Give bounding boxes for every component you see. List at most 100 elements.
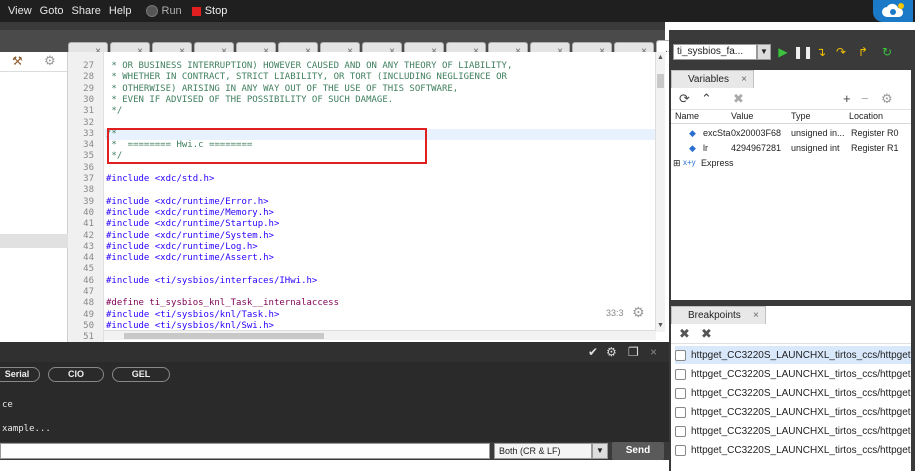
step-return-icon[interactable]: ↱ (855, 45, 871, 59)
run-button[interactable]: Run (145, 5, 182, 17)
serial-button[interactable]: Serial (0, 367, 40, 382)
line-ending-select[interactable]: Both (CR & LF) (494, 443, 592, 459)
code-editor[interactable]: 27 * OR BUSINESS INTERRUPTION) HOWEVER C… (68, 52, 665, 342)
editor-horizontal-scrollbar[interactable] (104, 330, 656, 340)
line-number: 33 (83, 128, 94, 139)
gel-button[interactable]: GEL (112, 367, 170, 382)
expressions-row[interactable]: ⊞ x+y Express (671, 156, 911, 171)
chevron-down-icon[interactable]: ▼ (757, 44, 771, 60)
add-icon[interactable]: + (843, 91, 851, 106)
horizontal-scroll-thumb[interactable] (124, 333, 324, 339)
breakpoint-checkbox[interactable] (675, 387, 686, 399)
tab-breakpoints[interactable]: Breakpoints × (671, 306, 766, 324)
cio-button[interactable]: CIO (48, 367, 104, 382)
code-line[interactable]: * OTHERWISE) ARISING IN ANY WAY OUT OF T… (106, 84, 458, 95)
expand-icon[interactable]: ⊞ (673, 158, 681, 169)
remove-icon[interactable]: ✖ (733, 91, 744, 107)
list-item[interactable]: httpget_CC3220S_LAUNCHXL_tirtos_ccs/http… (675, 365, 911, 383)
breakpoint-checkbox[interactable] (675, 349, 686, 361)
restart-icon[interactable]: ↻ (879, 45, 895, 59)
console-line: xample... (2, 424, 51, 434)
tab-variables[interactable]: Variables × (671, 70, 754, 88)
breakpoint-label: httpget_CC3220S_LAUNCHXL_tirtos_ccs/http… (691, 368, 911, 380)
remove-all-icon[interactable]: ✖ (701, 326, 712, 342)
code-line[interactable]: #include <ti/sysbios/interfaces/IHwi.h> (106, 276, 317, 287)
remove-breakpoint-icon[interactable]: ✖ (679, 326, 690, 342)
variable-value: 4294967281 (731, 143, 782, 153)
variable-type: unsigned in... (791, 128, 845, 138)
breakpoint-checkbox[interactable] (675, 444, 686, 456)
step-over-icon[interactable]: ↷ (833, 45, 849, 59)
code-line[interactable]: */ (106, 106, 122, 117)
code-line[interactable]: #include <xdc/runtime/Memory.h> (106, 208, 274, 219)
vertical-scroll-thumb[interactable] (657, 74, 664, 88)
variable-icon: ◆ (689, 143, 696, 153)
stop-button[interactable]: Stop (191, 5, 227, 17)
gear-icon[interactable]: ⚙ (881, 91, 893, 107)
breakpoint-checkbox[interactable] (675, 425, 686, 437)
hammer-icon[interactable]: ⚒ (12, 54, 23, 68)
terminal-console[interactable]: Serial CIO GEL ce xample... (0, 362, 669, 442)
scroll-up-icon[interactable]: ▲ (657, 54, 664, 61)
chevron-down-icon[interactable]: ▼ (592, 443, 608, 459)
variable-name: lr (703, 143, 708, 153)
code-line[interactable]: * WHETHER IN CONTRACT, STRICT LIABILITY,… (106, 72, 507, 83)
code-line[interactable]: #include <xdc/runtime/System.h> (106, 231, 274, 242)
list-item[interactable]: httpget_CC3220S_LAUNCHXL_tirtos_ccs/http… (675, 384, 911, 402)
header-type: Type (791, 111, 811, 121)
breakpoint-checkbox[interactable] (675, 368, 686, 380)
clear-console-icon[interactable]: ✔ (588, 345, 598, 359)
gear-icon[interactable]: ⚙ (44, 53, 56, 69)
line-number: 34 (83, 140, 94, 151)
explorer-selected-item[interactable] (0, 234, 68, 248)
resume-icon[interactable]: ▶ (775, 45, 791, 59)
close-icon[interactable]: × (741, 74, 747, 85)
breakpoint-label: httpget_CC3220S_LAUNCHXL_tirtos_ccs/http… (691, 406, 911, 418)
variable-type: unsigned int (791, 143, 840, 153)
code-line[interactable]: #include <xdc/runtime/Error.h> (106, 197, 269, 208)
menu-bar: View Goto Share Help Run Stop (0, 0, 915, 22)
list-item[interactable]: httpget_CC3220S_LAUNCHXL_tirtos_ccs/http… (675, 403, 911, 421)
line-number: 48 (83, 298, 94, 309)
minus-icon[interactable]: − (861, 91, 869, 106)
menu-goto[interactable]: Goto (40, 5, 64, 17)
line-number: 39 (83, 196, 94, 207)
header-value: Value (731, 111, 754, 121)
code-line[interactable]: #include <xdc/runtime/Assert.h> (106, 253, 274, 264)
code-line[interactable]: #include <xdc/runtime/Log.h> (106, 242, 258, 253)
step-into-icon[interactable]: ↴ (813, 45, 829, 59)
list-item[interactable]: httpget_CC3220S_LAUNCHXL_tirtos_ccs/http… (675, 441, 911, 459)
maximize-icon[interactable]: ❐ (628, 345, 639, 359)
menu-help[interactable]: Help (109, 5, 132, 17)
code-line[interactable]: #include <xdc/std.h> (106, 174, 214, 185)
breakpoints-panel: Breakpoints × ✖ ✖ httpget_CC3220S_LAUNCH… (671, 306, 911, 471)
table-row[interactable]: ◆ lr 4294967281 unsigned int Register R1 (671, 141, 911, 156)
send-button[interactable]: Send (612, 442, 664, 460)
menu-view[interactable]: View (8, 5, 32, 17)
menu-share[interactable]: Share (72, 5, 101, 17)
editor-vertical-scrollbar[interactable]: ▲ ▼ (655, 52, 665, 332)
collapse-all-icon[interactable]: ⌃ (701, 91, 712, 107)
table-row[interactable]: ◆ excStack 0x20003F68 unsigned in... Reg… (671, 126, 911, 141)
send-input[interactable] (0, 443, 490, 459)
breakpoint-label: httpget_CC3220S_LAUNCHXL_tirtos_ccs/http… (691, 444, 911, 456)
code-line[interactable]: * OR BUSINESS INTERRUPTION) HOWEVER CAUS… (106, 61, 512, 72)
list-item[interactable]: httpget_CC3220S_LAUNCHXL_tirtos_ccs/http… (675, 422, 911, 440)
close-icon[interactable]: × (650, 345, 657, 359)
close-icon[interactable]: × (753, 310, 759, 321)
variable-name: excStack (703, 128, 731, 138)
scroll-down-icon[interactable]: ▼ (657, 322, 664, 329)
code-line[interactable]: #define ti_sysbios_knl_Task__internalacc… (106, 298, 339, 309)
gear-icon[interactable]: ⚙ (606, 345, 617, 359)
list-item[interactable]: httpget_CC3220S_LAUNCHXL_tirtos_ccs/http… (675, 346, 911, 364)
line-number: 35 (83, 151, 94, 162)
editor-settings-gear-icon[interactable]: ⚙ (632, 304, 645, 321)
code-line[interactable]: #include <xdc/runtime/Startup.h> (106, 219, 279, 230)
debug-target-select[interactable]: ti_sysbios_fa... (673, 44, 757, 60)
cloud-icon[interactable] (873, 0, 913, 22)
refresh-icon[interactable]: ⟳ (679, 91, 690, 107)
breakpoint-checkbox[interactable] (675, 406, 686, 418)
code-line[interactable]: * EVEN IF ADVISED OF THE POSSIBILITY OF … (106, 95, 393, 106)
suspend-icon[interactable]: ❚❚ (793, 45, 813, 59)
code-line[interactable]: #include <ti/sysbios/knl/Task.h> (106, 310, 279, 321)
